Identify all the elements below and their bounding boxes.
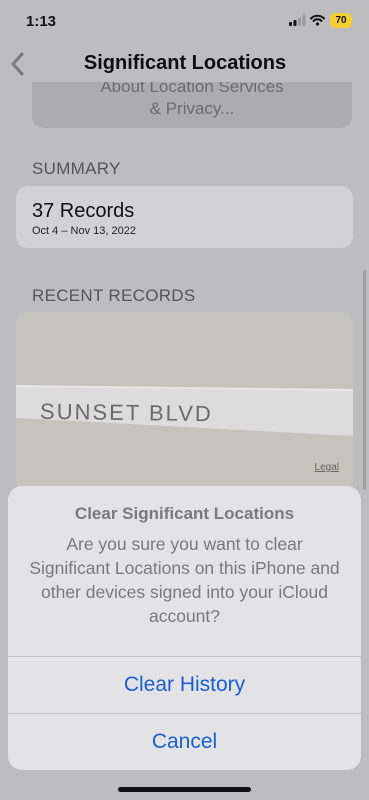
recent-records-map[interactable]: SUNSET BLVD Legal [16,312,353,494]
back-chevron-icon[interactable] [8,49,28,79]
battery-level: 70 [335,15,347,26]
battery-icon: 70 [330,13,352,28]
clear-locations-action-sheet: Clear Significant Locations Are you sure… [8,486,361,770]
clear-history-button[interactable]: Clear History [8,657,361,713]
alert-message: Are you sure you want to clear Significa… [29,534,340,626]
records-date-range: Oct 4 – Nov 13, 2022 [32,225,136,237]
alert-title: Clear Significant Locations [74,504,295,523]
summary-header: SUMMARY [32,159,121,178]
map-street-label: SUNSET BLVD [39,398,213,427]
recent-records-header: RECENT RECORDS [32,286,196,305]
home-indicator[interactable] [118,787,251,792]
cancel-button[interactable]: Cancel [8,714,361,770]
cellular-signal-icon [289,15,306,26]
scroll-indicator [363,270,366,490]
about-location-services-link[interactable]: About Location Services & Privacy... [32,82,352,128]
summary-card[interactable]: 37 Records Oct 4 – Nov 13, 2022 [16,186,353,248]
about-link-line1: About Location Services [100,82,284,96]
map-legal-link[interactable]: Legal [315,462,339,473]
wifi-icon [310,14,325,26]
about-link-line2: & Privacy... [149,99,235,118]
page-title: Significant Locations [83,52,287,74]
status-time: 1:13 [26,13,57,30]
records-count: 37 Records [32,200,135,222]
